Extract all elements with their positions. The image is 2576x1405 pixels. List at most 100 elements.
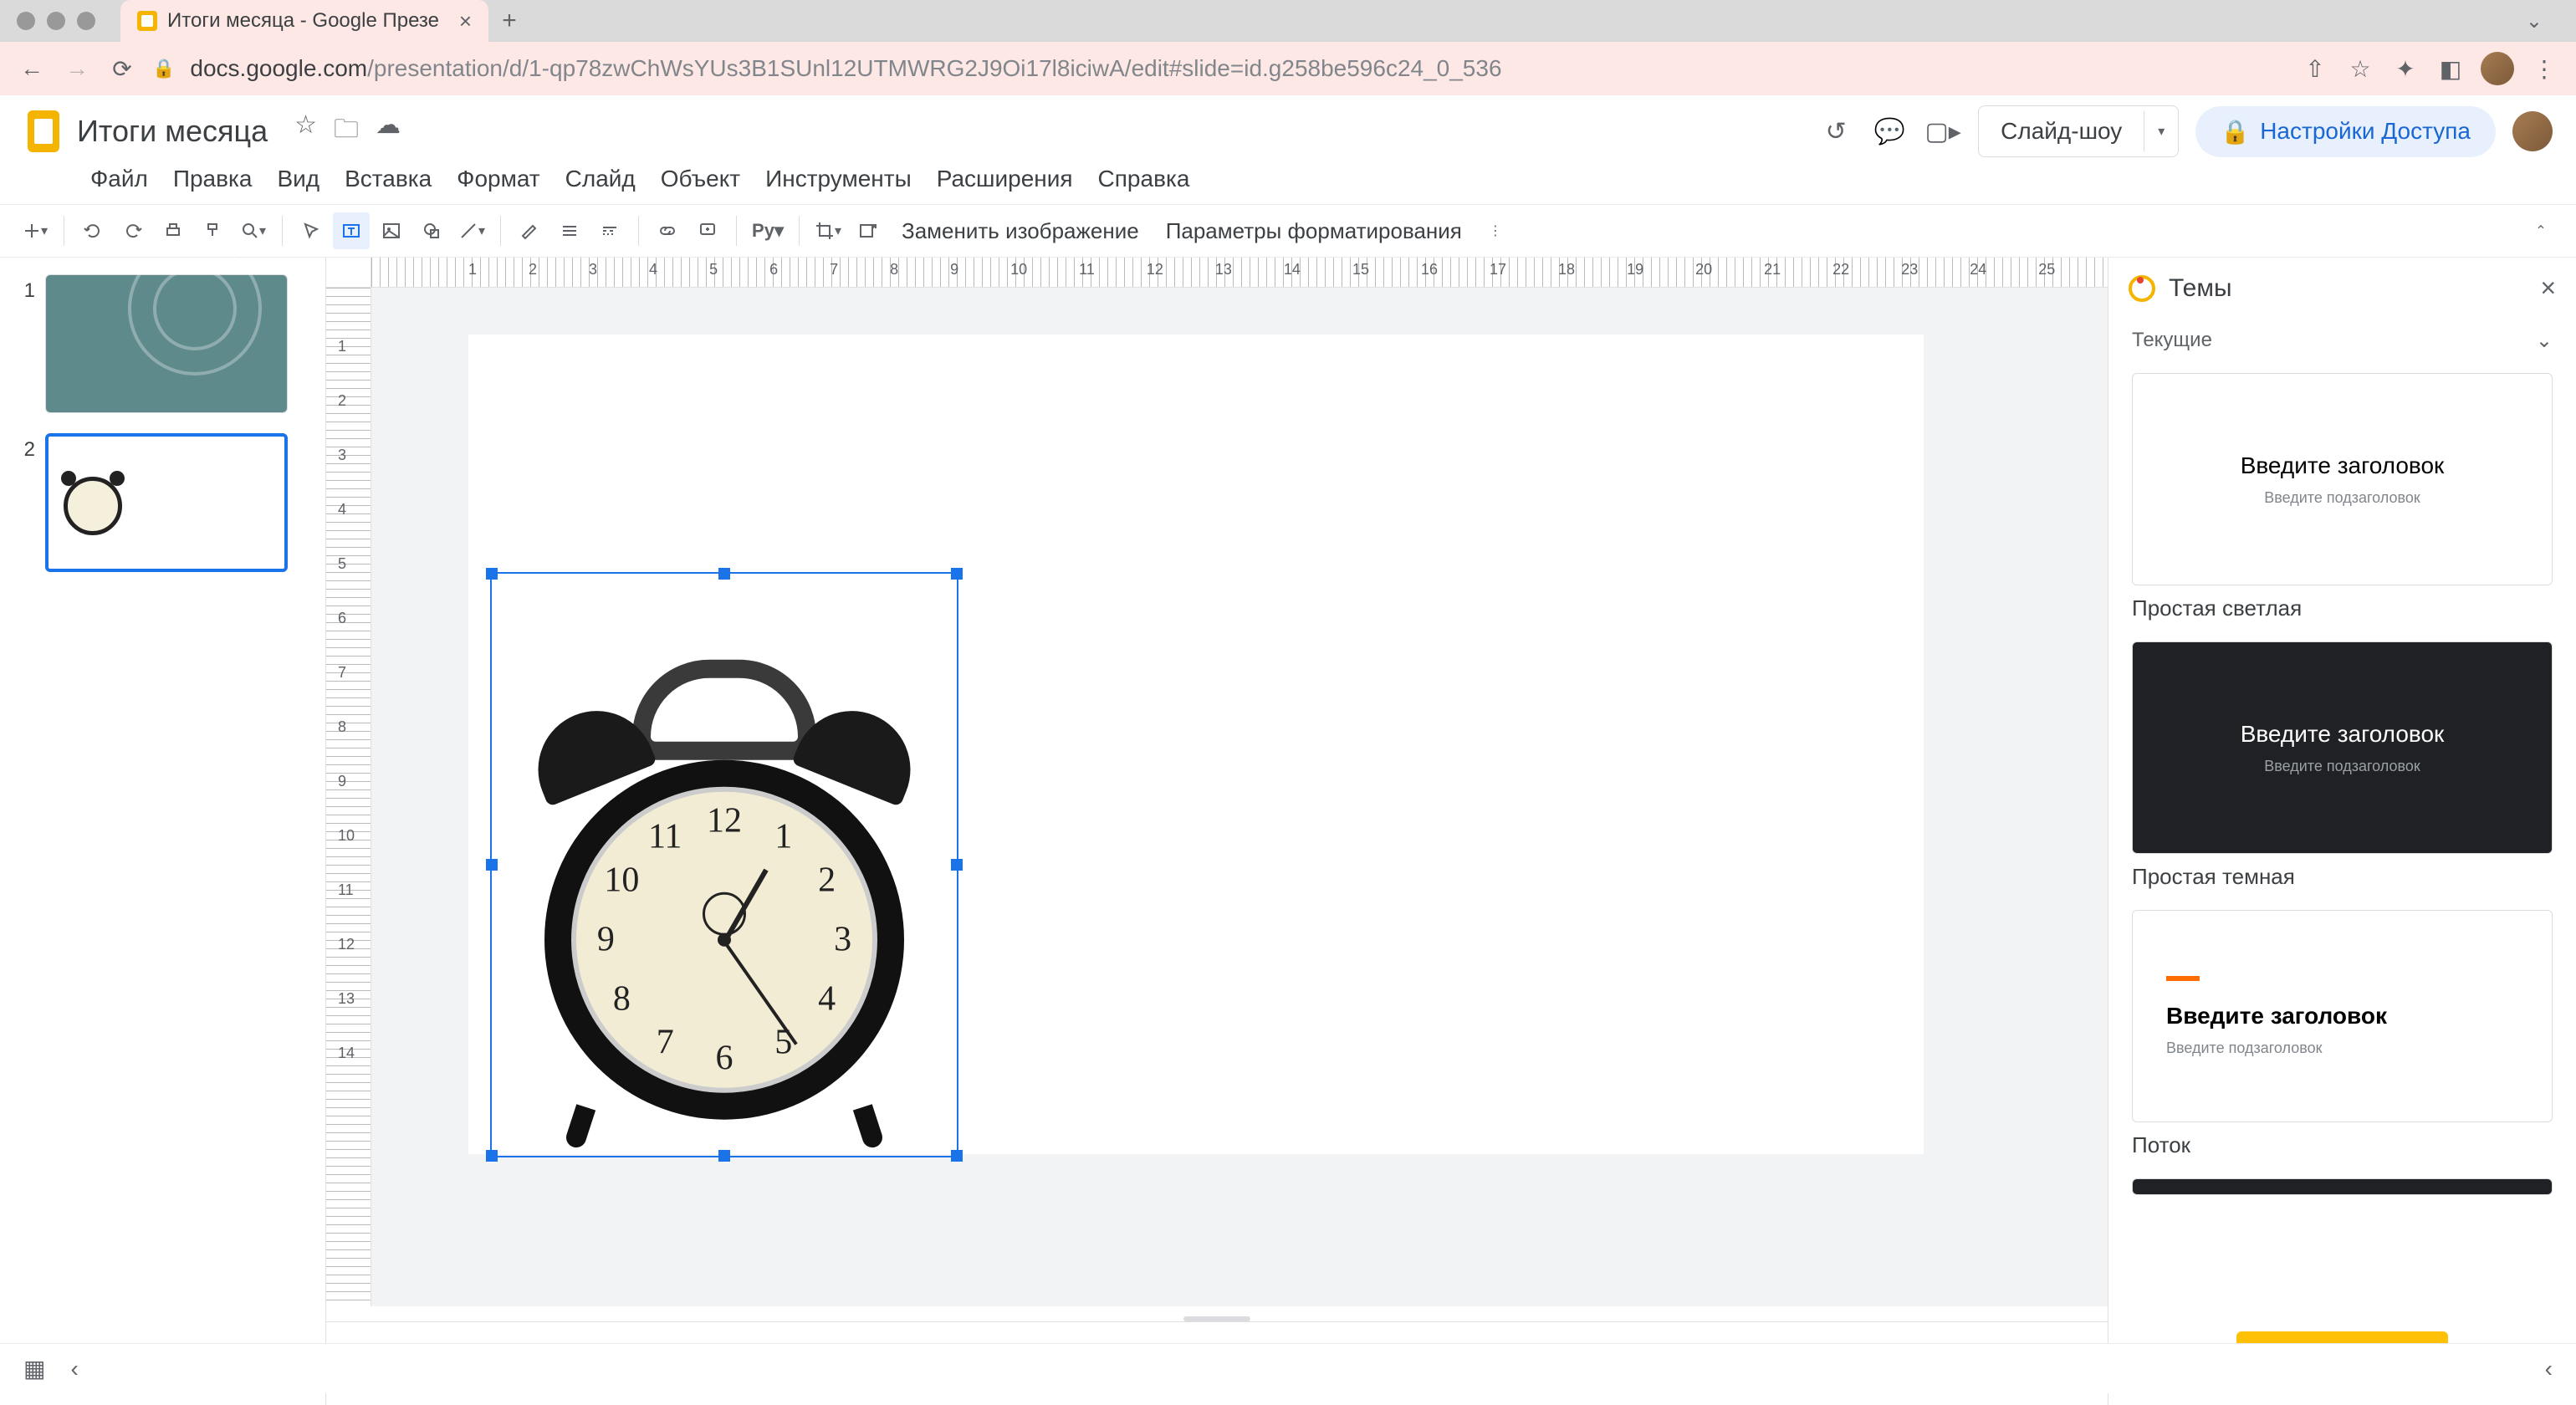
themes-title: Темы — [2169, 274, 2527, 303]
horizontal-ruler[interactable]: 1234567891011121314151617181920212223242… — [371, 258, 2108, 288]
account-avatar[interactable] — [2512, 111, 2553, 151]
undo-button[interactable] — [74, 212, 111, 249]
menu-tools[interactable]: Инструменты — [765, 166, 912, 192]
bookmark-icon[interactable]: ☆ — [2345, 54, 2375, 84]
new-slide-button[interactable]: ▾ — [17, 212, 54, 249]
chevron-down-icon: ⌄ — [2536, 329, 2553, 353]
zoom-button[interactable]: ▾ — [235, 212, 272, 249]
lock-icon[interactable]: 🔒 — [152, 58, 175, 79]
share-icon[interactable]: ⇧ — [2300, 54, 2330, 84]
resize-handle[interactable] — [486, 568, 498, 580]
reload-button[interactable]: ⟳ — [107, 54, 137, 84]
format-options-button[interactable]: Параметры форматирования — [1154, 218, 1474, 244]
slides-logo-icon[interactable] — [23, 106, 64, 156]
menu-object[interactable]: Объект — [661, 166, 740, 192]
menu-file[interactable]: Файл — [90, 166, 148, 192]
border-color-button[interactable] — [511, 212, 548, 249]
border-dash-button[interactable] — [591, 212, 628, 249]
slide-canvas[interactable]: 121234567891011 — [371, 288, 2108, 1306]
slide-page[interactable]: 121234567891011 — [468, 335, 1924, 1154]
menu-bar: Файл Правка Вид Вставка Формат Слайд Объ… — [23, 157, 2553, 204]
collapse-toolbar-icon[interactable]: ⌃ — [2522, 212, 2559, 249]
sidepanel-icon[interactable]: ◧ — [2435, 54, 2466, 84]
maximize-window-button[interactable] — [77, 12, 95, 30]
theme-simple-light[interactable]: Введите заголовок Введите подзаголовок — [2132, 373, 2553, 585]
spellcheck-button[interactable]: Py▾ — [747, 212, 789, 249]
themes-panel: Темы × Текущие ⌄ Введите заголовок Введи… — [2108, 258, 2576, 1405]
notes-resize-handle[interactable] — [1183, 1316, 1250, 1321]
profile-avatar[interactable] — [2481, 52, 2514, 85]
share-button[interactable]: 🔒 Настройки Доступа — [2195, 106, 2496, 157]
star-icon[interactable]: ☆ — [294, 110, 317, 153]
window-controls — [17, 12, 95, 30]
toolbar: ▾ ▾ ▾ Py▾ ▾ Заменить изображение Парамет… — [0, 204, 2576, 258]
tab-close-icon[interactable]: × — [459, 8, 472, 34]
explore-icon[interactable]: ‹ — [2545, 1356, 2553, 1382]
browser-menu-icon[interactable]: ⋮ — [2529, 54, 2559, 84]
new-tab-button[interactable]: + — [488, 0, 530, 42]
minimize-window-button[interactable] — [47, 12, 65, 30]
slide-thumbnail-2[interactable] — [45, 433, 288, 572]
selected-image[interactable]: 121234567891011 — [490, 572, 958, 1157]
browser-toolbar: ← → ⟳ 🔒 docs.google.com/presentation/d/1… — [0, 42, 2576, 95]
back-button[interactable]: ← — [17, 54, 47, 84]
tab-title: Итоги месяца - Google Презе — [167, 9, 449, 33]
theme-preview-subtitle: Введите подзаголовок — [2264, 758, 2420, 775]
meet-icon[interactable]: ▢▸ — [1924, 113, 1961, 150]
resize-handle[interactable] — [951, 568, 963, 580]
collapse-filmstrip-icon[interactable]: ‹ — [70, 1356, 78, 1382]
crop-button[interactable]: ▾ — [810, 212, 846, 249]
line-tool-button[interactable]: ▾ — [453, 212, 490, 249]
mask-button[interactable] — [850, 212, 887, 249]
resize-handle[interactable] — [951, 859, 963, 871]
resize-handle[interactable] — [718, 1150, 730, 1162]
url-path: /presentation/d/1-qp78zwChWsYUs3B1SUnl12… — [367, 55, 1501, 81]
extensions-icon[interactable]: ✦ — [2390, 54, 2420, 84]
theme-simple-dark[interactable]: Введите заголовок Введите подзаголовок — [2132, 641, 2553, 854]
forward-button[interactable]: → — [62, 54, 92, 84]
menu-view[interactable]: Вид — [277, 166, 319, 192]
menu-extensions[interactable]: Расширения — [937, 166, 1073, 192]
menu-slide[interactable]: Слайд — [565, 166, 636, 192]
border-weight-button[interactable] — [551, 212, 588, 249]
resize-handle[interactable] — [486, 859, 498, 871]
themes-current-dropdown[interactable]: Текущие ⌄ — [2108, 319, 2576, 363]
close-panel-icon[interactable]: × — [2540, 273, 2556, 304]
lock-icon: 🔒 — [2221, 118, 2250, 146]
alarm-clock-image: 121234567891011 — [544, 660, 904, 1148]
present-label: Слайд-шоу — [1979, 106, 2144, 156]
comment-button[interactable] — [689, 212, 726, 249]
resize-handle[interactable] — [486, 1150, 498, 1162]
tabs-dropdown-icon[interactable]: ⌄ — [2526, 9, 2543, 33]
textbox-tool-button[interactable] — [333, 212, 370, 249]
address-bar[interactable]: docs.google.com/presentation/d/1-qp78zwC… — [190, 55, 2285, 82]
more-tools-icon[interactable]: ⋮ — [1477, 212, 1514, 249]
move-folder-icon[interactable]: 🗀 — [334, 110, 359, 153]
shape-tool-button[interactable] — [413, 212, 450, 249]
resize-handle[interactable] — [718, 568, 730, 580]
present-button[interactable]: Слайд-шоу ▾ — [1978, 105, 2179, 157]
theme-partial[interactable] — [2132, 1178, 2553, 1195]
present-dropdown-icon[interactable]: ▾ — [2144, 111, 2178, 151]
document-title[interactable]: Итоги месяца — [77, 114, 268, 149]
menu-format[interactable]: Формат — [457, 166, 539, 192]
slide-thumbnail-1[interactable] — [45, 274, 288, 413]
grid-view-icon[interactable]: ▦ — [23, 1355, 45, 1382]
close-window-button[interactable] — [17, 12, 35, 30]
cloud-status-icon[interactable]: ☁ — [376, 110, 401, 153]
link-button[interactable] — [649, 212, 686, 249]
select-tool-button[interactable] — [293, 212, 330, 249]
resize-handle[interactable] — [951, 1150, 963, 1162]
menu-help[interactable]: Справка — [1098, 166, 1190, 192]
replace-image-button[interactable]: Заменить изображение — [890, 218, 1151, 244]
theme-stream[interactable]: Введите заголовок Введите подзаголовок — [2132, 910, 2553, 1122]
vertical-ruler[interactable]: 1234567891011121314 — [326, 288, 371, 1306]
palette-icon — [2129, 275, 2155, 302]
image-tool-button[interactable] — [373, 212, 410, 249]
menu-insert[interactable]: Вставка — [345, 166, 432, 192]
comments-icon[interactable]: 💬 — [1871, 113, 1908, 150]
version-history-icon[interactable]: ↺ — [1817, 113, 1854, 150]
browser-tab[interactable]: Итоги месяца - Google Презе × — [120, 0, 488, 42]
menu-edit[interactable]: Правка — [173, 166, 253, 192]
redo-button[interactable] — [115, 212, 151, 249]
